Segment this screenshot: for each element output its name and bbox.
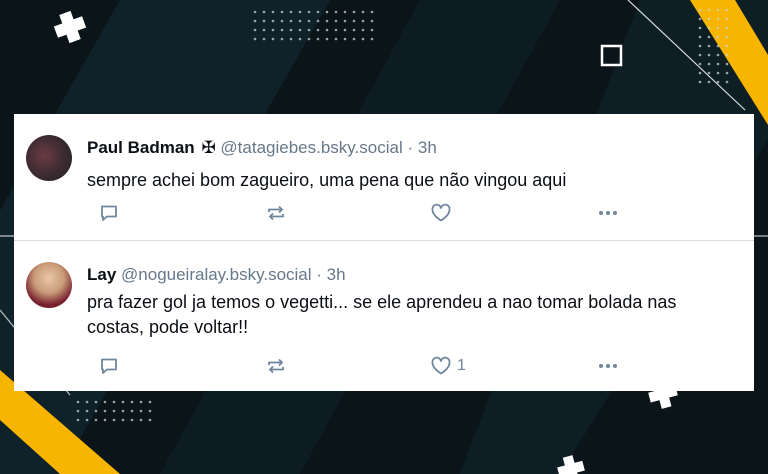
reply-bubble-icon (99, 203, 119, 223)
reply-button[interactable] (99, 201, 119, 225)
repost-arrows-icon (265, 203, 287, 223)
more-dots-icon (597, 356, 619, 376)
more-dots-icon (597, 203, 619, 223)
avatar[interactable] (26, 262, 72, 308)
post-text: pra fazer gol ja temos o vegetti... se e… (87, 292, 677, 337)
reply-bubble-icon (99, 356, 119, 376)
repost-button[interactable] (265, 201, 287, 225)
like-button[interactable]: 1 (430, 354, 466, 378)
like-count: 1 (457, 357, 466, 374)
handle[interactable]: @tatagiebes.bsky.social (220, 138, 402, 157)
heart-icon (430, 203, 452, 223)
timestamp[interactable]: 3h (327, 265, 346, 284)
timestamp[interactable]: 3h (418, 138, 437, 157)
display-name[interactable]: Paul Badman (87, 138, 195, 157)
post-actions (87, 201, 647, 225)
post-header: Paul Badman ✠ @tatagiebes.bsky.social · … (87, 138, 437, 158)
separator: · (407, 138, 414, 157)
avatar[interactable] (26, 135, 72, 181)
handle[interactable]: @nogueiralay.bsky.social (121, 265, 312, 284)
more-options-button[interactable] (597, 354, 619, 378)
like-button[interactable] (430, 201, 457, 225)
post-text: sempre achei bom zagueiro, uma pena que … (87, 170, 567, 190)
reply-button[interactable] (99, 354, 119, 378)
post-card[interactable]: Paul Badman ✠ @tatagiebes.bsky.social · … (14, 114, 754, 241)
post-card[interactable]: Lay @nogueiralay.bsky.social · 3h pra fa… (14, 241, 754, 391)
post-header: Lay @nogueiralay.bsky.social · 3h (87, 265, 346, 285)
display-name[interactable]: Lay (87, 265, 116, 284)
name-badge: ✠ (201, 138, 216, 157)
heart-icon (430, 356, 452, 376)
repost-arrows-icon (265, 356, 287, 376)
repost-button[interactable] (265, 354, 287, 378)
more-options-button[interactable] (597, 201, 619, 225)
post-actions: 1 (87, 354, 647, 378)
separator: · (316, 265, 322, 284)
